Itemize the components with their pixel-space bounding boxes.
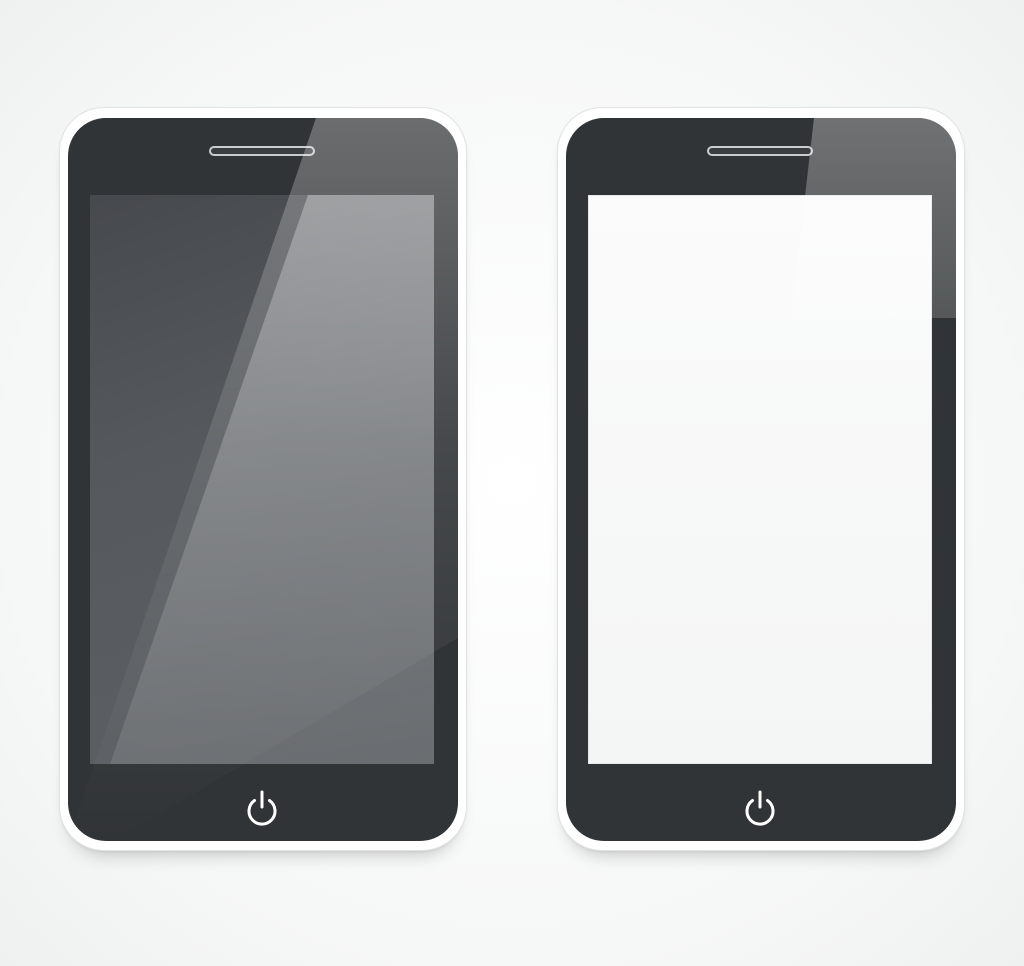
phone-body (68, 118, 458, 841)
phone-body (566, 118, 956, 841)
speaker-grille-icon (707, 146, 813, 156)
smartphone-screen-on (558, 108, 964, 850)
phone-screen-dark[interactable] (90, 195, 434, 764)
power-icon (745, 790, 775, 826)
power-icon (247, 790, 277, 826)
smartphone-screen-off (60, 108, 466, 850)
power-button[interactable] (742, 788, 778, 828)
power-button[interactable] (244, 788, 280, 828)
speaker-grille-icon (209, 146, 315, 156)
phone-screen-white[interactable] (588, 195, 932, 764)
